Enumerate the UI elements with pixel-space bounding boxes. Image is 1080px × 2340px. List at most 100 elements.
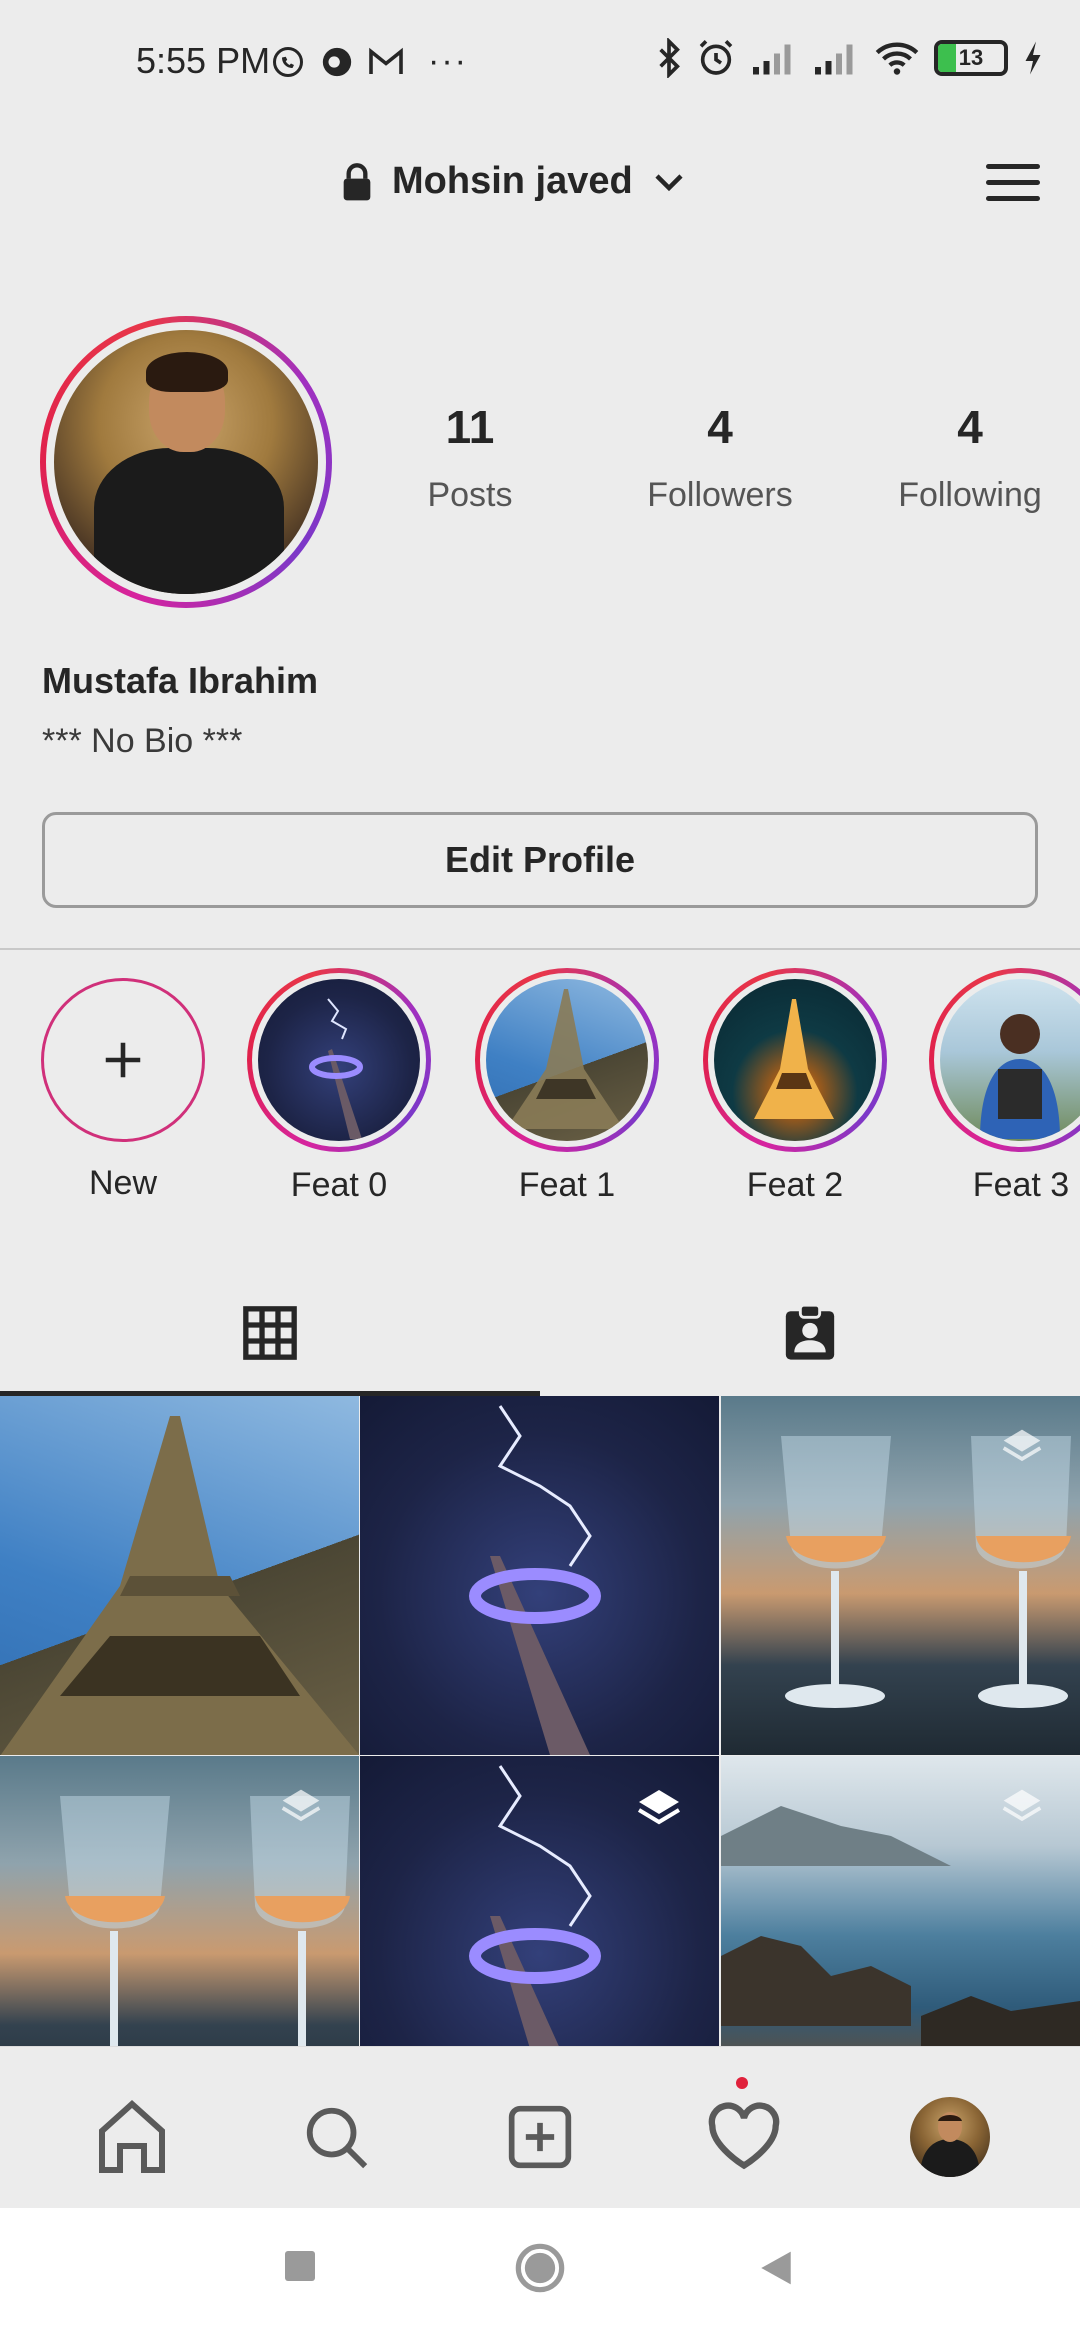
avatar-image (920, 2112, 980, 2177)
home-button[interactable] (514, 2242, 566, 2299)
bluetooth-icon (659, 38, 680, 78)
battery-indicator: 13 (934, 40, 1008, 76)
highlight-photo (714, 979, 876, 1141)
stat-posts[interactable]: 11 Posts (370, 400, 570, 515)
edit-profile-button[interactable]: Edit Profile (42, 812, 1038, 908)
post-thumbnail[interactable] (360, 1396, 719, 1755)
highlight-label: New (88, 1164, 158, 1202)
bio-text: *** No Bio *** (42, 722, 243, 760)
tower-image (469, 1405, 601, 1755)
stat-label: Followers (647, 476, 793, 514)
profile-avatar[interactable] (40, 316, 332, 608)
header-username: Mohsin javed (392, 160, 633, 202)
highlight-new[interactable]: New (28, 968, 218, 1203)
whatsapp-icon (273, 46, 303, 77)
system-navigation-bar (0, 2208, 1080, 2340)
profile-stats: 11 Posts 4 Followers 4 Following (370, 400, 1070, 515)
post-thumbnail[interactable] (0, 1756, 359, 2046)
profile-header: Mohsin javed (0, 150, 1080, 230)
stat-followers[interactable]: 4 Followers (620, 400, 820, 515)
nav-activity[interactable] (704, 2097, 784, 2177)
account-switcher[interactable]: Mohsin javed (340, 160, 687, 203)
highlight-frame (934, 973, 1080, 1147)
new-highlight-ring (41, 978, 205, 1142)
circle-icon (515, 2243, 565, 2293)
heart-icon (708, 2102, 780, 2170)
recents-button[interactable] (282, 2248, 318, 2289)
highlight-frame (708, 973, 882, 1147)
highlight-feat-3[interactable]: Feat 3 (926, 968, 1080, 1205)
tagged-icon (785, 1304, 835, 1360)
lock-icon (343, 162, 371, 200)
signal-icon-2 (815, 44, 853, 75)
square-icon (285, 2251, 315, 2281)
highlight-photo (258, 979, 420, 1141)
highlight-frame (252, 973, 426, 1147)
carousel-icon (1002, 1789, 1042, 1822)
carousel-icon (637, 1790, 681, 1825)
search-icon (306, 2107, 368, 2169)
chevron-down-icon (655, 173, 683, 191)
highlight-feat-0[interactable]: Feat 0 (244, 968, 434, 1205)
eiffel-image (0, 1416, 359, 1755)
menu-icon-bar (986, 180, 1040, 185)
highlight-photo (486, 979, 648, 1141)
home-icon (99, 2099, 165, 2173)
highlight-ring (929, 968, 1080, 1152)
avatar-hair-shape (146, 352, 228, 392)
carousel-icon (1002, 1429, 1042, 1462)
tab-posts-grid[interactable] (0, 1270, 540, 1396)
battery-fill (938, 44, 956, 72)
story-highlights: New Feat 0 Feat 1 Feat 2 Feat 3 (0, 968, 1080, 1228)
post-thumbnail[interactable] (721, 1396, 1080, 1755)
highlight-ring (247, 968, 431, 1152)
avatar-body-shape (94, 448, 284, 594)
profile-tabs (0, 1270, 1080, 1396)
menu-button[interactable] (986, 164, 1040, 208)
status-left-icons: ··· (270, 42, 468, 81)
post-thumbnail[interactable] (360, 1756, 719, 2046)
highlight-feat-2[interactable]: Feat 2 (700, 968, 890, 1205)
person-image (980, 1014, 1060, 1139)
bottom-navigation (0, 2046, 1080, 2208)
nav-create[interactable] (500, 2097, 580, 2177)
highlight-feat-1[interactable]: Feat 1 (472, 968, 662, 1205)
menu-icon-bar (986, 196, 1040, 201)
tab-tagged[interactable] (540, 1270, 1080, 1396)
status-bar: 5:55 PM ··· 13 (0, 0, 1080, 125)
post-thumbnail[interactable] (721, 1756, 1080, 2046)
display-name: Mustafa Ibrahim (42, 660, 319, 701)
eiffel-night-image (754, 999, 834, 1119)
avatar-frame (46, 322, 326, 602)
grid-icon (243, 1306, 297, 1360)
battery-level: 13 (958, 45, 984, 70)
stat-value: 4 (957, 401, 983, 453)
wifi-icon (875, 42, 919, 75)
status-right-icons: 13 (656, 38, 1044, 78)
highlight-label: Feat 2 (746, 1166, 844, 1204)
highlight-ring (703, 968, 887, 1152)
divider (0, 948, 1080, 950)
stat-label: Posts (427, 476, 513, 514)
status-time: 5:55 PM (136, 40, 271, 81)
stat-value: 4 (707, 401, 733, 453)
back-triangle-icon (761, 2251, 791, 2285)
highlight-frame (480, 973, 654, 1147)
nav-search[interactable] (296, 2097, 376, 2177)
signal-icon-1 (753, 44, 791, 75)
gmail-icon (369, 47, 403, 74)
menu-icon-bar (986, 164, 1040, 169)
plus-icon (105, 1042, 141, 1078)
post-thumbnail[interactable] (0, 1396, 359, 1755)
highlight-photo (940, 979, 1080, 1141)
more-notifications: ··· (428, 42, 468, 80)
highlight-label: Feat 3 (972, 1166, 1070, 1204)
nav-home[interactable] (92, 2097, 172, 2177)
app-icon (322, 47, 352, 76)
back-button[interactable] (758, 2248, 794, 2293)
avatar-photo (54, 330, 318, 594)
highlight-label: Feat 1 (518, 1166, 616, 1204)
stat-following[interactable]: 4 Following (870, 400, 1070, 515)
add-post-icon (508, 2105, 572, 2169)
nav-profile[interactable] (910, 2097, 990, 2177)
